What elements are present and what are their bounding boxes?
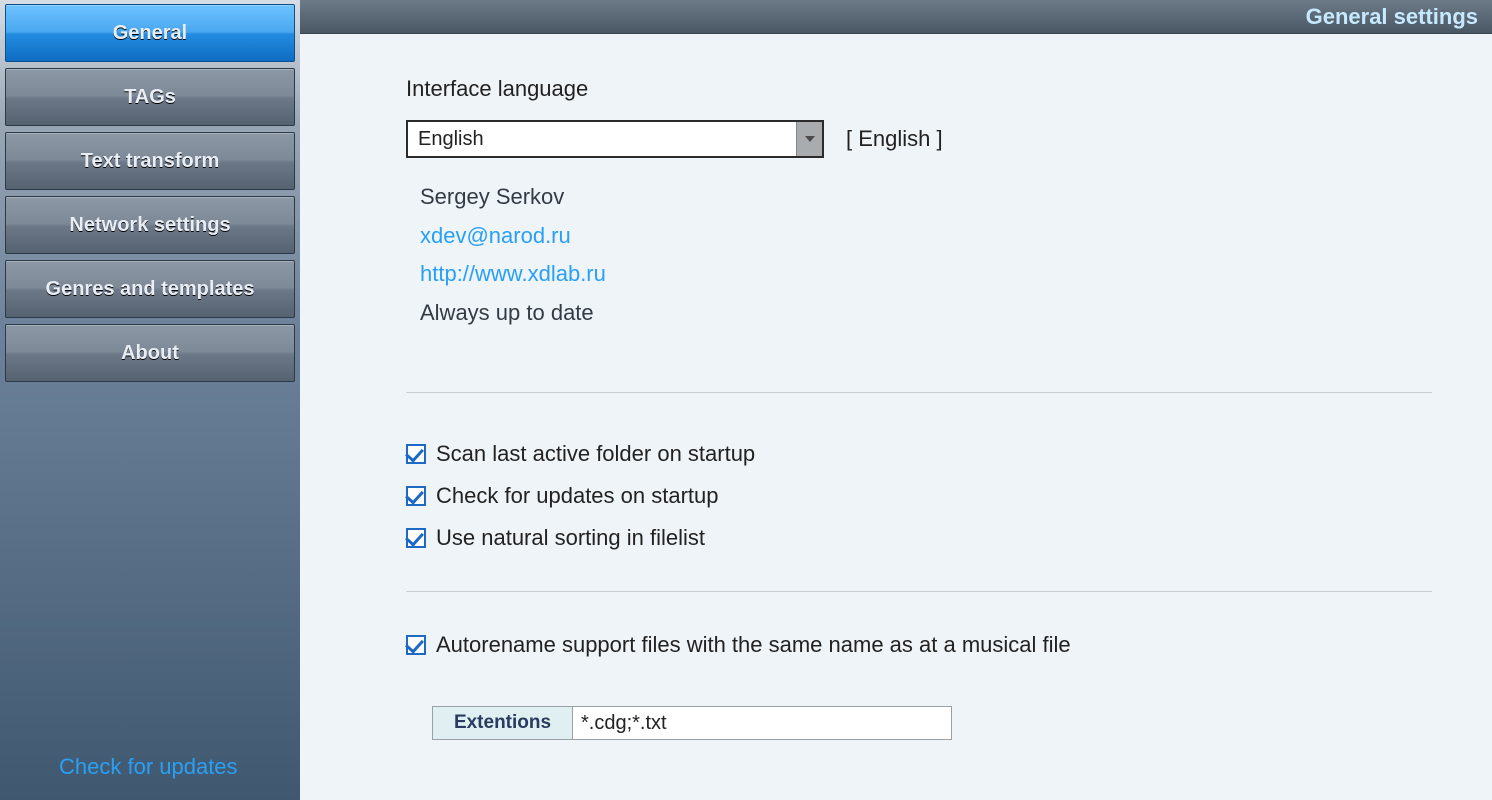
extensions-input[interactable] bbox=[573, 707, 951, 739]
translation-status: Always up to date bbox=[420, 294, 1432, 333]
section-divider bbox=[406, 591, 1432, 592]
checkbox-autorename[interactable] bbox=[406, 635, 426, 655]
translator-url-link[interactable]: http://www.xdlab.ru bbox=[420, 255, 1432, 294]
interface-language-label: Interface language bbox=[406, 76, 1432, 102]
tab-tags[interactable]: TAGs bbox=[5, 68, 295, 126]
checkbox-scan-startup[interactable] bbox=[406, 444, 426, 464]
tab-genres-templates[interactable]: Genres and templates bbox=[5, 260, 295, 318]
check-for-updates-link[interactable]: Check for updates bbox=[5, 754, 295, 800]
checkbox-natural-sort-label: Use natural sorting in filelist bbox=[436, 525, 705, 551]
tab-text-transform[interactable]: Text transform bbox=[5, 132, 295, 190]
language-native-name: [ English ] bbox=[846, 126, 943, 152]
checkbox-autorename-label: Autorename support files with the same n… bbox=[436, 632, 1071, 658]
extensions-field: Extentions bbox=[432, 706, 952, 740]
checkbox-check-updates[interactable] bbox=[406, 486, 426, 506]
checkbox-check-updates-label: Check for updates on startup bbox=[436, 483, 719, 509]
checkbox-scan-startup-label: Scan last active folder on startup bbox=[436, 441, 755, 467]
settings-sidebar: General TAGs Text transform Network sett… bbox=[0, 0, 300, 800]
translator-name: Sergey Serkov bbox=[420, 178, 1432, 217]
section-divider bbox=[406, 392, 1432, 393]
settings-content: Interface language English [ English ] S… bbox=[300, 34, 1492, 800]
settings-main: General settings Interface language Engl… bbox=[300, 0, 1492, 800]
tab-about[interactable]: About bbox=[5, 324, 295, 382]
page-title-bar: General settings bbox=[300, 0, 1492, 34]
tab-network-settings[interactable]: Network settings bbox=[5, 196, 295, 254]
language-dropdown[interactable]: English bbox=[406, 120, 824, 158]
dropdown-arrow-icon[interactable] bbox=[796, 122, 822, 156]
tab-general[interactable]: General bbox=[5, 4, 295, 62]
extensions-caption: Extentions bbox=[433, 707, 573, 739]
translator-email-link[interactable]: xdev@narod.ru bbox=[420, 217, 1432, 256]
checkbox-natural-sort[interactable] bbox=[406, 528, 426, 548]
page-title: General settings bbox=[1306, 4, 1478, 30]
language-dropdown-value: English bbox=[408, 122, 796, 156]
